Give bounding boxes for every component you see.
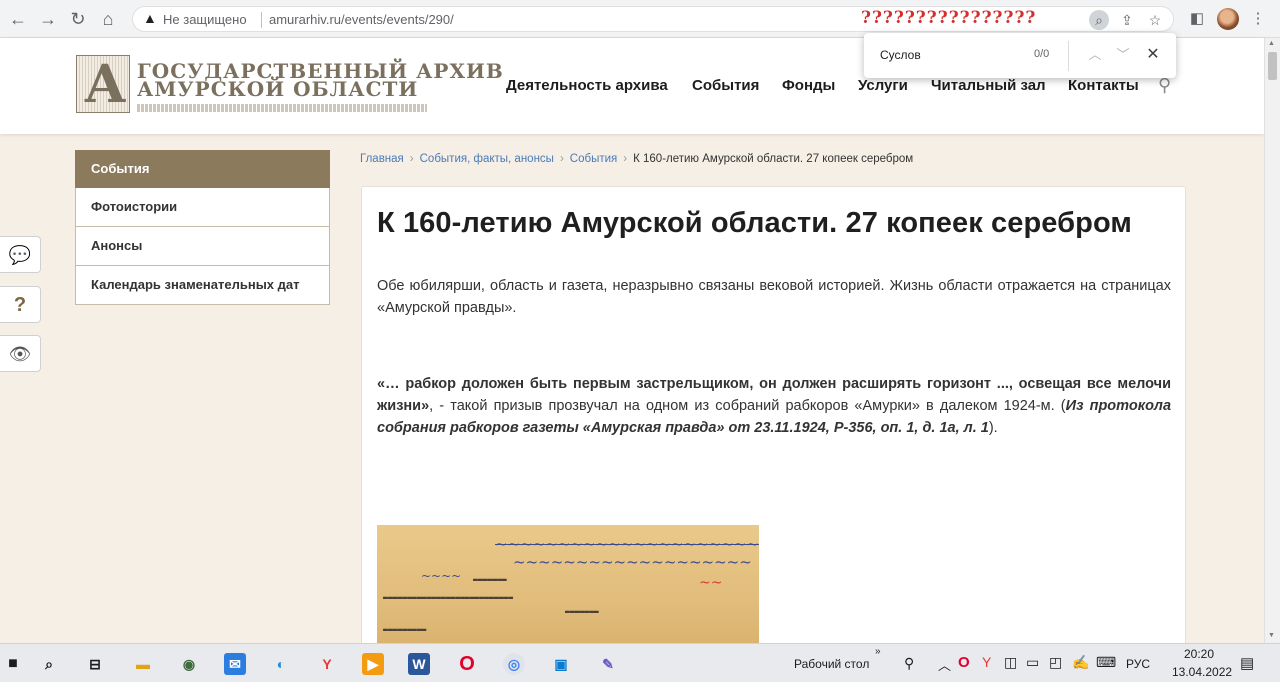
doc-line-3: ▬▬▬▬▬▬▬ bbox=[565, 607, 599, 616]
tray-device-icon[interactable]: ◫ bbox=[1004, 654, 1017, 671]
breadcrumb-events-facts[interactable]: События, факты, анонсы bbox=[420, 153, 554, 165]
search-icon[interactable]: ⚲ bbox=[1158, 75, 1171, 96]
file-explorer-icon[interactable]: ▬ bbox=[132, 653, 154, 675]
find-prev-icon[interactable]: ︿ bbox=[1086, 45, 1104, 65]
red-mark: ~~ bbox=[699, 575, 723, 591]
archive-logo-icon[interactable]: А bbox=[76, 54, 130, 115]
warning-icon[interactable]: ▲ bbox=[143, 10, 157, 26]
language-indicator[interactable]: РУС bbox=[1126, 657, 1150, 671]
sidepanel-icon[interactable]: ◧ bbox=[1186, 8, 1208, 30]
page-title: К 160-летию Амурской области. 27 копеек … bbox=[377, 207, 1132, 239]
forward-icon[interactable]: → bbox=[38, 9, 58, 29]
handwriting-note: ~~~~~~~~~~~~~~~~~~~ bbox=[513, 553, 752, 571]
find-lens-icon[interactable]: ⌕ bbox=[1089, 10, 1109, 30]
tray-battery-icon[interactable]: ▭ bbox=[1026, 654, 1039, 671]
logo-subtitle-graphic bbox=[137, 104, 427, 112]
find-close-icon[interactable]: ✕ bbox=[1144, 45, 1162, 65]
sidebar-item-events[interactable]: События bbox=[75, 150, 330, 188]
share-icon[interactable]: ⇪ bbox=[1117, 10, 1137, 30]
breadcrumb-chevron-icon: › bbox=[409, 153, 414, 165]
find-count: 0/0 bbox=[1034, 48, 1050, 60]
logo-title[interactable]: ГОСУДАРСТВЕННЫЙ АРХИВ АМУРСКОЙ ОБЛАСТИ bbox=[137, 61, 504, 99]
security-label[interactable]: Не защищено bbox=[163, 12, 247, 27]
reload-icon[interactable]: ↻ bbox=[68, 9, 88, 29]
notifications-icon[interactable]: ▤ bbox=[1240, 654, 1254, 672]
breadcrumb-chevron-icon: › bbox=[623, 153, 628, 165]
article-intro: Обе юбилярши, область и газета, неразрыв… bbox=[377, 278, 1171, 316]
scroll-up-icon[interactable]: ▲ bbox=[1268, 40, 1275, 47]
nav-funds[interactable]: Фонды bbox=[782, 77, 835, 94]
start-icon[interactable]: ■ bbox=[2, 653, 24, 675]
menu-dots-icon[interactable]: ⋮ bbox=[1247, 8, 1269, 30]
handwriting-small: ~~~~ bbox=[421, 569, 462, 583]
desktop-chevron-icon[interactable]: » bbox=[875, 646, 881, 657]
quote-text: , - такой призыв прозвучал на одном из с… bbox=[429, 398, 1066, 414]
tray-up-icon[interactable]: ︿ bbox=[938, 655, 951, 674]
back-icon[interactable]: ← bbox=[8, 9, 28, 29]
breadcrumb-current: К 160-летию Амурской области. 27 копеек … bbox=[633, 153, 914, 165]
sidebar-item-photostories[interactable]: Фотоистории bbox=[75, 188, 330, 227]
breadcrumb-events[interactable]: События bbox=[570, 153, 617, 165]
control-panel-icon[interactable]: ▣ bbox=[550, 653, 572, 675]
tray-keyboard-icon[interactable]: ⌨ bbox=[1096, 654, 1116, 671]
search-icon[interactable]: ⌕ bbox=[38, 653, 60, 675]
overlay-question-marks: ???????????????? bbox=[861, 8, 1037, 28]
archive-document-image[interactable]: ~~~~~~~~~~~~~~~~~~~~~~ ~~~~~~~~~~~~~~~~~… bbox=[377, 525, 759, 657]
url-text[interactable]: amurarhiv.ru/events/events/290/ bbox=[269, 12, 454, 27]
address-divider bbox=[261, 12, 262, 28]
nav-contacts[interactable]: Контакты bbox=[1068, 77, 1139, 94]
tray-network-icon[interactable]: ◰ bbox=[1049, 654, 1062, 671]
handwriting-strike: ~~~~~~~~~~~~~~~~~~~~~~ bbox=[495, 535, 759, 553]
tray-opera-icon[interactable]: O bbox=[958, 654, 970, 671]
people-icon[interactable]: ⚲ bbox=[904, 655, 914, 672]
task-view-icon[interactable]: ⊟ bbox=[84, 653, 106, 675]
find-input[interactable]: Суслов bbox=[880, 48, 921, 62]
opera-icon[interactable]: O bbox=[456, 653, 478, 675]
breadcrumb-chevron-icon: › bbox=[559, 153, 564, 165]
accessibility-eye-icon[interactable]: 👁 bbox=[0, 335, 41, 372]
find-divider bbox=[1068, 41, 1069, 71]
clock-time[interactable]: 20:20 bbox=[1184, 647, 1214, 661]
nav-events[interactable]: События bbox=[692, 77, 759, 94]
find-bar: Суслов 0/0 ︿ ﹀ ✕ bbox=[864, 33, 1176, 78]
scroll-down-icon[interactable]: ▼ bbox=[1268, 632, 1275, 639]
media-player-icon[interactable]: ▶ bbox=[362, 653, 384, 675]
windows-taskbar: ■ ⌕ ⊟ ▬ ◉ ✉ ◐ Y ▶ W O ◎ ▣ ✎ Рабочий стол… bbox=[0, 643, 1280, 682]
article-quote: «… рабкор доложен быть первым застрельщи… bbox=[377, 373, 1171, 439]
article-card: К 160-летию Амурской области. 27 копеек … bbox=[361, 186, 1186, 657]
help-icon[interactable]: ? bbox=[0, 286, 41, 323]
doc-line-1: ▬▬▬▬▬▬▬ bbox=[473, 575, 507, 584]
breadcrumb-home[interactable]: Главная bbox=[360, 153, 404, 165]
tray-yandex-icon[interactable]: Y bbox=[982, 654, 991, 670]
yandex-icon[interactable]: Y bbox=[316, 653, 338, 675]
profile-avatar[interactable] bbox=[1217, 8, 1239, 30]
word-icon[interactable]: W bbox=[408, 653, 430, 675]
address-bar[interactable]: ▲ Не защищено amurarhiv.ru/events/events… bbox=[132, 6, 1174, 32]
logo-letter: А bbox=[84, 54, 127, 115]
paint-icon[interactable]: ✎ bbox=[597, 653, 619, 675]
clock-date[interactable]: 13.04.2022 bbox=[1172, 665, 1232, 679]
app-circle-icon[interactable]: ◉ bbox=[178, 653, 200, 675]
tray-pen-icon[interactable]: ✍ bbox=[1072, 654, 1089, 671]
sidebar-menu: События Фотоистории Анонсы Календарь зна… bbox=[75, 150, 330, 305]
nav-services[interactable]: Услуги bbox=[858, 77, 908, 94]
sidebar-item-calendar[interactable]: Календарь знаменательных дат bbox=[75, 266, 330, 305]
nav-reading-room[interactable]: Читальный зал bbox=[931, 77, 1046, 94]
sidebar-item-announcements[interactable]: Анонсы bbox=[75, 227, 330, 266]
bookmark-star-icon[interactable]: ☆ bbox=[1145, 10, 1165, 30]
desktop-label[interactable]: Рабочий стол bbox=[794, 657, 869, 671]
feedback-icon[interactable]: 💬 bbox=[0, 236, 41, 273]
doc-line-2: ▬▬▬▬▬▬▬▬▬▬▬▬▬▬▬▬▬▬▬▬▬▬▬▬▬▬▬ bbox=[383, 593, 514, 602]
mail-icon[interactable]: ✉ bbox=[224, 653, 246, 675]
breadcrumb: Главная › События, факты, анонсы › События › К… bbox=[360, 153, 913, 165]
scroll-thumb[interactable] bbox=[1268, 52, 1277, 80]
home-icon[interactable]: ⌂ bbox=[98, 9, 118, 29]
find-next-icon[interactable]: ﹀ bbox=[1114, 45, 1132, 65]
chrome-icon[interactable]: ◎ bbox=[503, 653, 525, 675]
edge-icon[interactable]: ◐ bbox=[270, 653, 292, 675]
page-scrollbar[interactable]: ▲ ▼ bbox=[1264, 38, 1280, 643]
nav-activity[interactable]: Деятельность архива bbox=[506, 77, 668, 94]
doc-line-4: ▬▬▬▬▬▬▬▬▬ bbox=[383, 625, 427, 634]
quote-end: ). bbox=[988, 420, 998, 436]
